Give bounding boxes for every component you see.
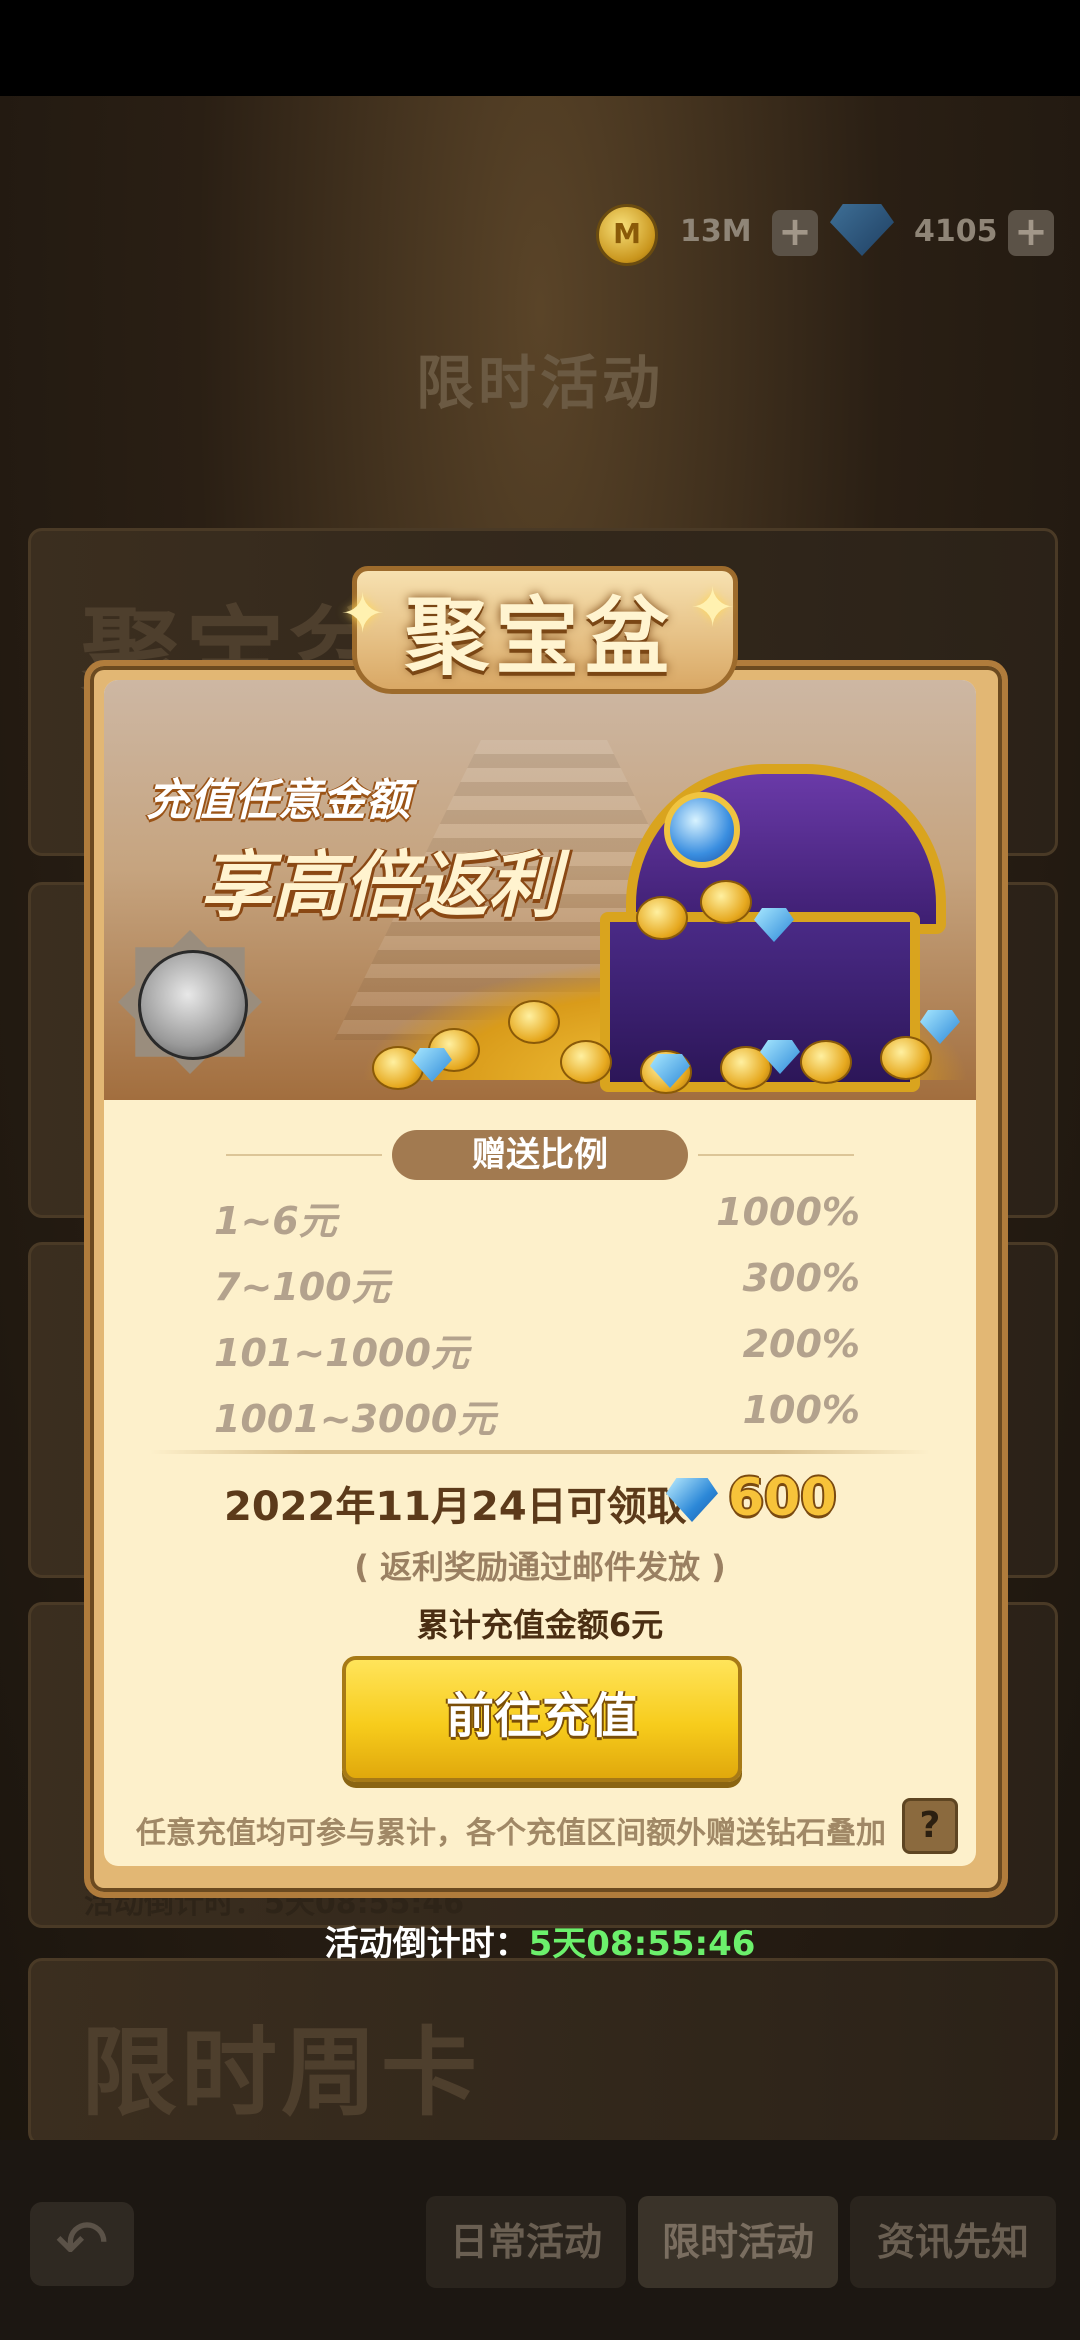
ratio-range: 101~1000元 xyxy=(214,1331,469,1375)
tab-news[interactable]: 资讯先知 xyxy=(850,2196,1056,2288)
footer-note: 任意充值均可参与累计，各个充值区间额外赠送钻石叠加 xyxy=(136,1816,886,1851)
chest-gem-icon xyxy=(664,792,740,868)
sparkle-icon: ✦ xyxy=(340,582,386,645)
coin-icon xyxy=(560,1040,612,1084)
sparkle-icon: ✦ xyxy=(690,576,736,639)
coin-icon xyxy=(508,1000,560,1044)
coin-icon xyxy=(372,1046,424,1090)
status-bar xyxy=(0,0,1080,96)
ratio-percent: 1000% xyxy=(716,1190,860,1234)
add-coins-button[interactable]: + xyxy=(772,210,818,256)
coin-count: 13M xyxy=(680,214,752,249)
go-recharge-button[interactable]: 前往充值 xyxy=(342,1656,742,1782)
tab-limited-events[interactable]: 限时活动 xyxy=(638,2196,838,2288)
section-divider xyxy=(150,1450,930,1454)
ratio-row: 1~6元 1000% xyxy=(214,1190,860,1246)
claim-date-text: 2022年11月24日可领取 xyxy=(224,1484,687,1530)
tab-daily-events[interactable]: 日常活动 xyxy=(426,2196,626,2288)
event-card-title: 限时周卡 xyxy=(81,2017,481,2129)
ratio-percent: 100% xyxy=(742,1388,860,1432)
ratio-percent: 300% xyxy=(742,1256,860,1300)
countdown-value: 5天08:55:46 xyxy=(528,1924,756,1964)
coin-icon xyxy=(700,880,752,924)
gold-coin-icon xyxy=(596,204,658,266)
popup-title: 聚宝盆 xyxy=(404,588,675,686)
gem-count: 4105 xyxy=(914,214,998,249)
coin-icon xyxy=(800,1040,852,1084)
coin-icon xyxy=(636,896,688,940)
back-button[interactable]: ↶ xyxy=(30,2202,134,2286)
mail-delivery-note: ( 返利奖励通过邮件发放 ) xyxy=(354,1548,726,1586)
countdown-label: 活动倒计时： xyxy=(324,1924,529,1964)
ratio-row: 101~1000元 200% xyxy=(214,1322,860,1378)
divider-line xyxy=(698,1154,854,1156)
ratio-range: 1~6元 xyxy=(214,1199,337,1243)
total-recharge: 累计充值金额6元 xyxy=(416,1606,664,1644)
promo-line-1: 充值任意金额 xyxy=(146,775,410,826)
ratio-percent: 200% xyxy=(742,1322,860,1366)
divider-line xyxy=(226,1154,382,1156)
chest-badge-inner xyxy=(138,950,248,1060)
event-card-weekly[interactable]: 限时周卡 xyxy=(28,1958,1058,2146)
promo-line-2: 享高倍返利 xyxy=(200,843,561,927)
page-title: 限时活动 xyxy=(415,349,664,417)
claim-amount: 600 xyxy=(728,1468,837,1528)
event-countdown: 活动倒计时：5天08:55:46 xyxy=(0,1916,1080,1965)
ratio-range: 1001~3000元 xyxy=(214,1397,496,1441)
ratio-range: 7~100元 xyxy=(214,1265,390,1309)
ratio-row: 1001~3000元 100% xyxy=(214,1388,860,1444)
help-button[interactable]: ? xyxy=(902,1798,958,1854)
ratio-row: 7~100元 300% xyxy=(214,1256,860,1312)
ratio-header: 赠送比例 xyxy=(392,1130,688,1180)
claim-info-row: 2022年11月24日可领取 600 xyxy=(0,1468,1080,1530)
add-gems-button[interactable]: + xyxy=(1008,210,1054,256)
coin-icon xyxy=(880,1036,932,1080)
